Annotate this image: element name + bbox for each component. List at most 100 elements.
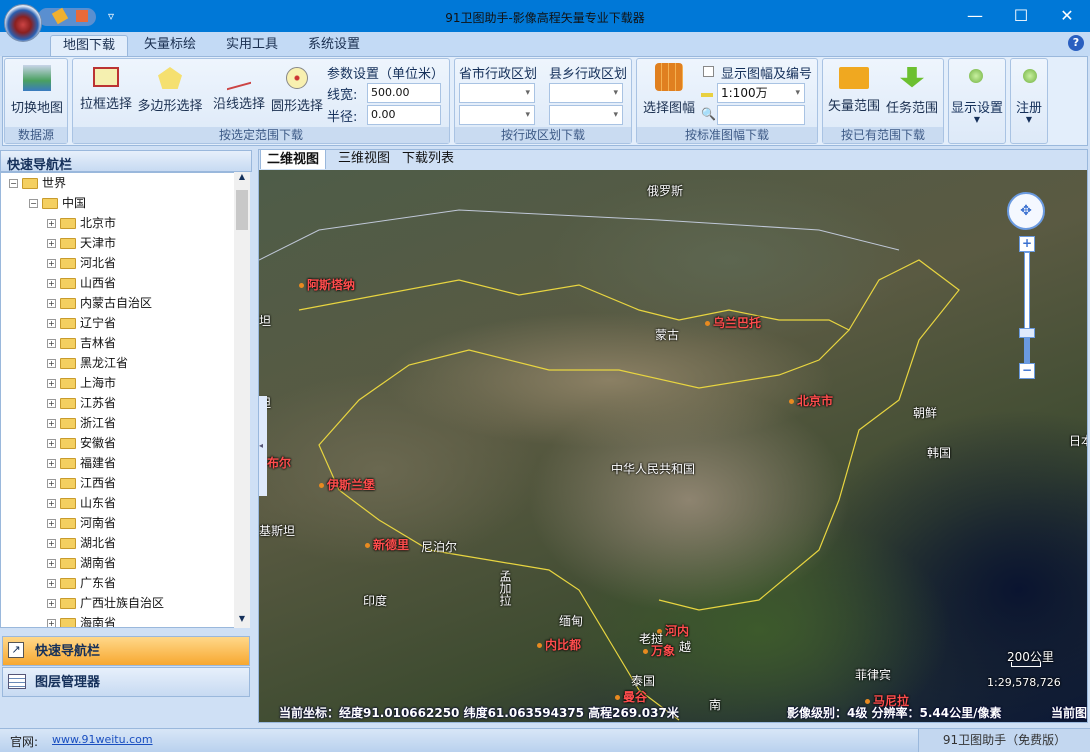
county-label: 县乡行政区划 bbox=[549, 67, 628, 82]
tree-scrollbar[interactable]: ▲ ▼ bbox=[234, 172, 250, 628]
nav-panel-button[interactable]: 快速导航栏 bbox=[2, 636, 250, 666]
tree-node-world[interactable]: − 世界 bbox=[9, 173, 66, 193]
capital-marker-icon bbox=[299, 283, 304, 288]
scale-dropdown[interactable]: 1:100万 bbox=[717, 83, 805, 103]
scroll-down-icon[interactable]: ▼ bbox=[234, 614, 250, 623]
line-width-label: 线宽: bbox=[327, 88, 358, 103]
folder-icon bbox=[60, 358, 76, 369]
tree-node-province[interactable]: + 湖北省 bbox=[47, 533, 116, 553]
sidebar-title: 快速导航栏 bbox=[0, 150, 252, 173]
folder-icon bbox=[60, 238, 76, 249]
scale-bar bbox=[1011, 662, 1041, 667]
line-select-button[interactable]: 沿线选择 bbox=[211, 63, 267, 112]
county-dropdown[interactable] bbox=[549, 83, 623, 103]
tab-download-list[interactable]: 下载列表 bbox=[396, 149, 460, 169]
tree-node-province[interactable]: + 山西省 bbox=[47, 273, 116, 293]
sheet-search-input[interactable] bbox=[717, 105, 805, 125]
help-icon[interactable]: ? bbox=[1068, 35, 1084, 51]
zoom-out-button[interactable]: − bbox=[1019, 363, 1035, 379]
app-menu-orb[interactable] bbox=[4, 4, 42, 42]
tree-node-province[interactable]: + 内蒙古自治区 bbox=[47, 293, 152, 313]
scale-ratio: 1:29,578,726 bbox=[987, 676, 1061, 689]
tree-node-province[interactable]: + 上海市 bbox=[47, 373, 116, 393]
polygon-icon bbox=[158, 67, 182, 89]
qat-more-icon[interactable]: ▿ bbox=[108, 9, 114, 23]
tree-node-province[interactable]: + 广东省 bbox=[47, 573, 116, 593]
tree-node-province[interactable]: + 北京市 bbox=[47, 213, 116, 233]
capital-marker-icon bbox=[615, 695, 620, 700]
tree-node-china[interactable]: − 中国 bbox=[29, 193, 86, 213]
circle-select-button[interactable]: 圆形选择 bbox=[269, 67, 325, 114]
home-icon[interactable] bbox=[76, 10, 88, 22]
tree-node-province[interactable]: + 河南省 bbox=[47, 513, 116, 533]
chevron-down-icon: ▼ bbox=[973, 115, 981, 124]
close-button[interactable]: ✕ bbox=[1044, 0, 1090, 32]
zoom-slider-thumb[interactable] bbox=[1019, 328, 1035, 338]
scale-icon bbox=[701, 93, 713, 97]
tree-node-province[interactable]: + 安徽省 bbox=[47, 433, 116, 453]
tree-node-province[interactable]: + 海南省 bbox=[47, 613, 116, 627]
radius-spinner[interactable]: 0.00 bbox=[367, 105, 441, 125]
tab-vector-draw[interactable]: 矢量标绘 bbox=[132, 35, 208, 57]
tree-node-province[interactable]: + 江苏省 bbox=[47, 393, 116, 413]
tab-tools[interactable]: 实用工具 bbox=[214, 35, 290, 57]
town-dropdown[interactable] bbox=[549, 105, 623, 125]
tree-node-province[interactable]: + 辽宁省 bbox=[47, 313, 116, 333]
tree-node-province[interactable]: + 福建省 bbox=[47, 453, 116, 473]
province-dropdown[interactable] bbox=[459, 83, 535, 103]
zoom-in-button[interactable]: + bbox=[1019, 236, 1035, 252]
switch-map-button[interactable]: 切换地图 bbox=[9, 65, 65, 116]
rectangle-icon bbox=[93, 67, 119, 87]
vector-range-button[interactable]: 矢量范围 bbox=[825, 67, 883, 114]
tab-3d-view[interactable]: 三维视图 bbox=[332, 149, 396, 169]
folder-icon bbox=[60, 298, 76, 309]
show-sheet-checkbox[interactable] bbox=[703, 66, 714, 77]
tree-node-province[interactable]: + 天津市 bbox=[47, 233, 116, 253]
collapse-sidebar-handle[interactable]: ◂ bbox=[259, 396, 267, 496]
tree-node-province[interactable]: + 湖南省 bbox=[47, 553, 116, 573]
window-title: 91卫图助手-影像高程矢量专业下载器 bbox=[445, 11, 645, 25]
group-existing-range: 矢量范围 任务范围 按已有范围下载 bbox=[822, 58, 944, 144]
map-canvas[interactable]: 俄罗斯阿斯塔纳坦蒙古乌兰巴托北京市朝鲜韩国日本坦布尔伊斯兰堡中华人民共和国基斯坦… bbox=[259, 170, 1087, 722]
rect-select-label: 拉框选择 bbox=[79, 97, 132, 112]
scroll-up-icon[interactable]: ▲ bbox=[234, 172, 250, 181]
minimize-button[interactable]: — bbox=[952, 0, 998, 32]
task-range-button[interactable]: 任务范围 bbox=[883, 67, 941, 116]
image-level-readout: 影像级别：4级 分辨率：5.44公里/像素 bbox=[787, 706, 1002, 720]
line-width-spinner[interactable]: 500.00 bbox=[367, 83, 441, 103]
map-label: 中华人民共和国 bbox=[611, 462, 696, 476]
tree-node-province[interactable]: + 吉林省 bbox=[47, 333, 116, 353]
tree-node-province[interactable]: + 江西省 bbox=[47, 473, 116, 493]
tree-node-province[interactable]: + 山东省 bbox=[47, 493, 116, 513]
layer-manager-button[interactable]: 图层管理器 bbox=[2, 667, 250, 697]
tree-node-province[interactable]: + 黑龙江省 bbox=[47, 353, 128, 373]
group-admin-division: 省市行政区划 县乡行政区划 按行政区划下载 bbox=[454, 58, 632, 144]
group-label: 按已有范围下载 bbox=[823, 127, 943, 143]
folder-open-icon bbox=[22, 178, 38, 189]
capital-marker-icon bbox=[643, 649, 648, 654]
folder-icon bbox=[60, 618, 76, 627]
register-label: 注册 bbox=[1015, 101, 1042, 116]
maximize-button[interactable]: ☐ bbox=[998, 0, 1044, 32]
map-label: 内比都 bbox=[537, 636, 581, 653]
polygon-select-button[interactable]: 多边形选择 bbox=[137, 67, 203, 114]
tag-icon[interactable] bbox=[51, 7, 69, 25]
tab-settings[interactable]: 系统设置 bbox=[296, 35, 372, 57]
tab-map-download[interactable]: 地图下载 bbox=[50, 35, 129, 57]
select-sheet-button[interactable]: 选择图幅 bbox=[639, 63, 699, 116]
folder-icon bbox=[60, 398, 76, 409]
website-link[interactable]: www.91weitu.com bbox=[52, 733, 153, 746]
register-button[interactable]: 注册 ▼ bbox=[1010, 58, 1048, 144]
pan-control[interactable]: ✥ bbox=[1007, 192, 1045, 230]
folder-icon bbox=[60, 478, 76, 489]
tab-2d-view[interactable]: 二维视图 bbox=[260, 149, 327, 169]
tree-node-province[interactable]: + 河北省 bbox=[47, 253, 116, 273]
display-settings-button[interactable]: 显示设置 ▼ bbox=[948, 58, 1006, 144]
rect-select-button[interactable]: 拉框选择 bbox=[77, 67, 135, 112]
scroll-thumb[interactable] bbox=[236, 190, 248, 230]
tree-node-province[interactable]: + 广西壮族自治区 bbox=[47, 593, 164, 613]
coordinate-readout: 当前坐标：经度91.010662250 纬度61.063594375 高程269… bbox=[279, 706, 679, 720]
city-dropdown[interactable] bbox=[459, 105, 535, 125]
tree-node-province[interactable]: + 浙江省 bbox=[47, 413, 116, 433]
map-label: 曼谷 bbox=[615, 688, 647, 705]
